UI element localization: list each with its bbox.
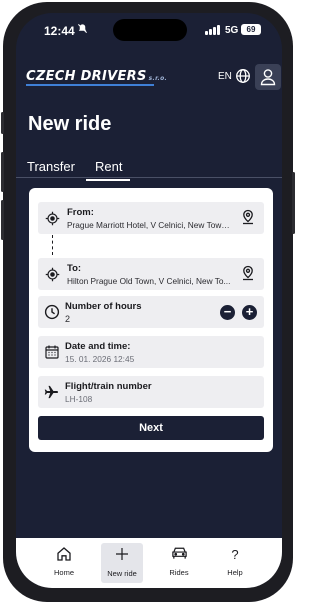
bell-muted-icon (77, 23, 88, 37)
nav-home-label: Home (53, 568, 74, 577)
network-type: 5G (225, 25, 239, 36)
location-target-icon (45, 267, 60, 287)
plus-icon (101, 547, 143, 565)
status-bar: 12:44 5G 69 (16, 13, 282, 51)
to-label: To: (67, 263, 82, 274)
nav-help[interactable]: ? Help (214, 546, 256, 586)
nav-rides[interactable]: Rides (158, 546, 200, 586)
nav-new-ride[interactable]: New ride (101, 543, 143, 583)
flight-number-label: Flight/train number (65, 381, 152, 392)
volume-down-button (1, 200, 4, 240)
datetime-value: 15. 01. 2026 12:45 (65, 354, 135, 364)
hours-field: Number of hours 2 − + (38, 296, 264, 328)
tab-transfer[interactable]: Transfer (27, 159, 75, 174)
phone-frame: 12:44 5G 69 CZECH DRIVERS s.r.o. EN New … (1, 2, 295, 602)
app-screen: 12:44 5G 69 CZECH DRIVERS s.r.o. EN New … (16, 13, 282, 588)
tabs-divider (16, 177, 282, 178)
globe-icon[interactable] (235, 68, 251, 84)
from-field[interactable]: From: Prague Marriott Hotel, V Celnici, … (38, 202, 264, 234)
location-target-icon (45, 211, 60, 231)
car-icon (158, 546, 200, 564)
logo-text: CZECH DRIVERS (26, 69, 147, 84)
to-field[interactable]: To: Hilton Prague Old Town, V Celnici, N… (38, 258, 264, 290)
logo-subtext: s.r.o. (148, 75, 168, 82)
airplane-icon (44, 385, 59, 404)
volume-up-button (1, 152, 4, 192)
from-label: From: (67, 207, 94, 218)
user-icon (260, 69, 276, 86)
nav-help-label: Help (227, 568, 243, 577)
logo-underline (26, 84, 154, 86)
active-tab-indicator (86, 179, 130, 181)
home-icon (43, 546, 85, 564)
to-value: Hilton Prague Old Town, V Celnici, New T… (67, 276, 231, 286)
increment-hours-button[interactable]: + (242, 305, 257, 320)
datetime-field[interactable]: Date and time: 15. 01. 2026 12:45 (38, 336, 264, 368)
profile-button[interactable] (255, 64, 281, 90)
page-title: New ride (28, 113, 112, 135)
decrement-hours-button[interactable]: − (220, 305, 235, 320)
flight-number-input[interactable]: LH-108 (65, 394, 92, 404)
mute-switch (1, 112, 4, 134)
logo: CZECH DRIVERS s.r.o. (26, 69, 167, 84)
signal-icon (205, 25, 221, 35)
status-time: 12:44 (44, 24, 75, 38)
flight-number-field[interactable]: Flight/train number LH-108 (38, 376, 264, 408)
nav-new-ride-label: New ride (107, 569, 137, 578)
route-connector (52, 235, 53, 255)
nav-home[interactable]: Home (43, 546, 85, 586)
map-pin-icon[interactable] (241, 265, 255, 286)
from-value: Prague Marriott Hotel, V Celnici, New To… (67, 220, 232, 230)
battery-icon: 69 (241, 24, 261, 35)
tab-rent[interactable]: Rent (95, 159, 122, 174)
calendar-icon (45, 345, 59, 364)
language-label[interactable]: EN (218, 71, 232, 82)
datetime-label: Date and time: (65, 341, 131, 352)
power-button (292, 172, 295, 234)
ride-form-card: From: Prague Marriott Hotel, V Celnici, … (29, 188, 273, 452)
bottom-navigation: Home New ride Rides ? Help (16, 538, 282, 588)
next-button[interactable]: Next (38, 416, 264, 440)
question-icon: ? (231, 547, 239, 562)
map-pin-icon[interactable] (241, 209, 255, 230)
hours-label: Number of hours (65, 301, 142, 312)
nav-rides-label: Rides (169, 568, 189, 577)
dynamic-island (113, 19, 187, 41)
clock-icon (44, 304, 60, 325)
hours-value[interactable]: 2 (65, 314, 70, 324)
